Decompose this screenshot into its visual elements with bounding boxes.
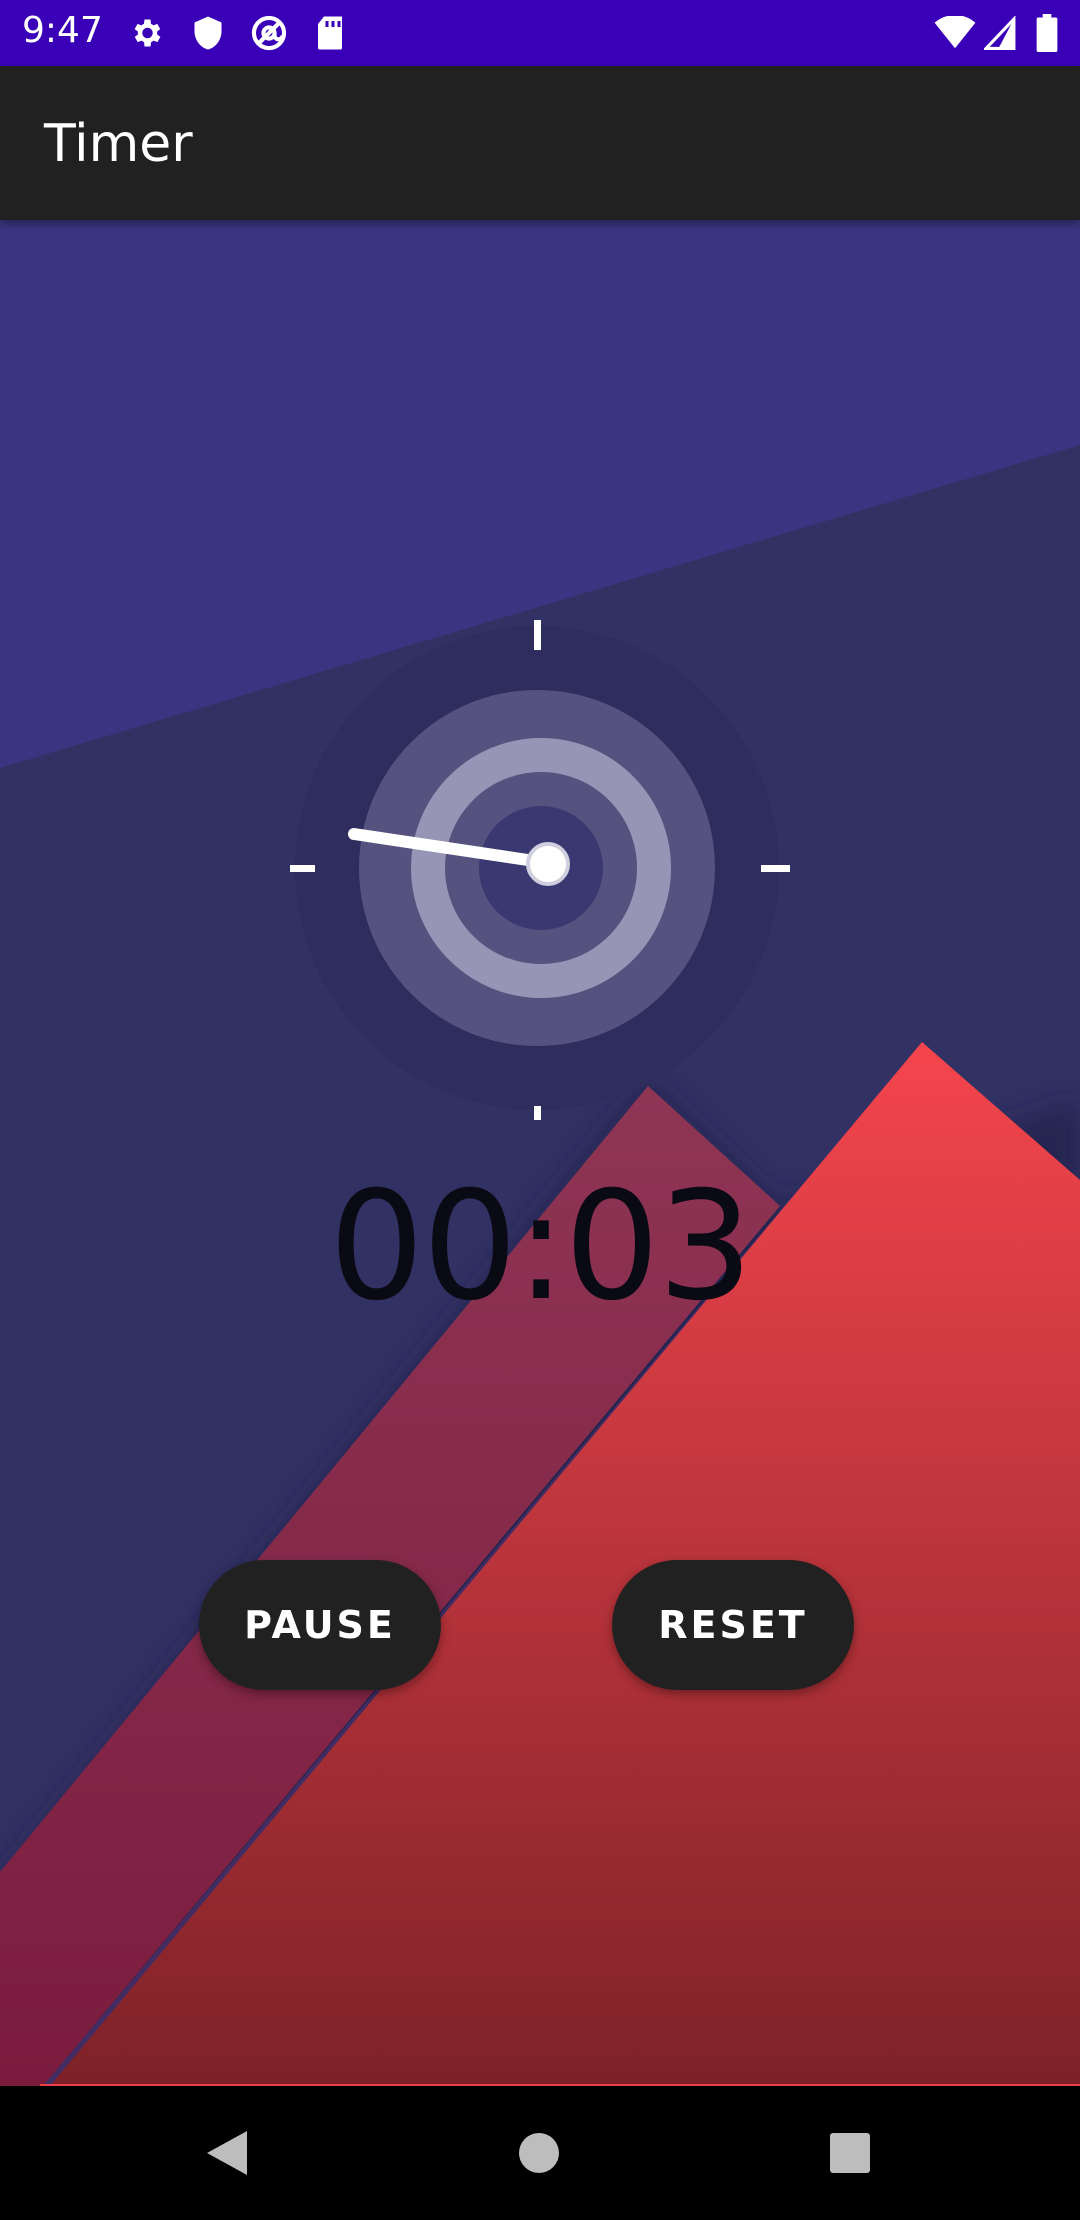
tick-bottom [534, 1106, 541, 1120]
app-bar: Timer [0, 66, 1080, 220]
battery-icon [1032, 0, 1062, 66]
tick-right [761, 865, 790, 872]
sd-card-icon [312, 0, 348, 66]
shield-icon [188, 0, 228, 66]
recents-icon[interactable] [805, 2108, 895, 2198]
back-icon[interactable] [182, 2108, 272, 2198]
timer-dial [290, 620, 790, 1120]
signal-icon [982, 0, 1018, 66]
at-sign-icon [248, 0, 290, 66]
home-icon[interactable] [494, 2108, 584, 2198]
pause-button[interactable]: PAUSE [199, 1560, 441, 1690]
timer-content: 00:03 PAUSE RESET [0, 220, 1080, 2086]
status-time: 9:47 [22, 10, 103, 51]
status-bar: 9:47 [0, 0, 1080, 66]
tick-left [290, 865, 315, 872]
app-screen: 9:47 Timer 00:03 PAUSE RESET [0, 0, 1080, 2220]
reset-button[interactable]: RESET [612, 1560, 854, 1690]
navigation-bar [0, 2086, 1080, 2220]
background-illustration [0, 220, 1080, 2086]
tick-top [534, 620, 541, 650]
dial-pivot [526, 842, 570, 886]
gear-icon [126, 0, 166, 66]
app-title: Timer [44, 114, 193, 174]
wifi-icon [932, 0, 978, 66]
timer-display: 00:03 [328, 1160, 753, 1334]
